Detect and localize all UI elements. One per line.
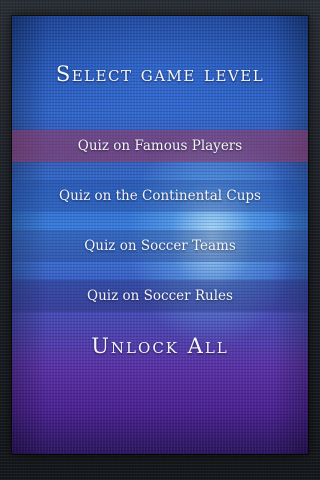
level-button-label: Quiz on Soccer Teams	[84, 238, 236, 254]
level-button-label: Quiz on Famous Players	[77, 138, 243, 154]
level-button-label: Quiz on the Continental Cups	[59, 188, 261, 204]
level-button-famous-players[interactable]: Quiz on Famous Players	[12, 130, 308, 162]
unlock-all-button[interactable]: Unlock All	[12, 330, 308, 362]
level-button-soccer-rules[interactable]: Quiz on Soccer Rules	[12, 280, 308, 312]
unlock-all-label: Unlock All	[91, 334, 229, 358]
level-button-soccer-teams[interactable]: Quiz on Soccer Teams	[12, 230, 308, 262]
level-button-continental-cups[interactable]: Quiz on the Continental Cups	[12, 180, 308, 212]
level-button-label: Quiz on Soccer Rules	[87, 288, 233, 304]
app-screen: Select game level Quiz on Famous Players…	[0, 0, 320, 480]
level-select-panel: Select game level Quiz on Famous Players…	[12, 16, 308, 454]
screen-title: Select game level	[55, 62, 265, 86]
